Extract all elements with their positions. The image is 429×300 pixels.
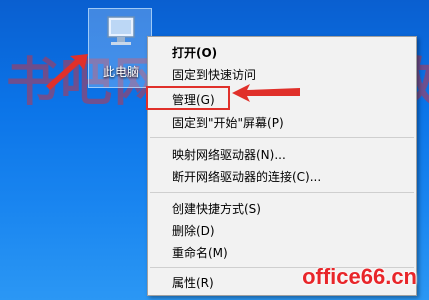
menu-item-delete[interactable]: 删除(D) (148, 221, 416, 241)
this-pc-label: 此电脑 (102, 65, 139, 79)
menu-item-disconnect-drive[interactable]: 断开网络驱动器的连接(C)... (148, 167, 416, 187)
red-arrow-icon (232, 84, 300, 102)
computer-icon (107, 16, 135, 45)
menu-item-pin-start[interactable]: 固定到"开始"屏幕(P) (148, 113, 416, 133)
menu-item-open[interactable]: 打开(O) (148, 43, 416, 63)
this-pc-desktop-icon[interactable]: 此电脑 (88, 8, 152, 88)
red-arrow-icon (46, 54, 88, 90)
highlight-box (146, 86, 230, 110)
menu-item-map-drive[interactable]: 映射网络驱动器(N)... (148, 145, 416, 165)
menu-separator (150, 137, 414, 138)
brand-watermark: office66.cn (302, 264, 417, 289)
menu-separator (150, 192, 414, 193)
context-menu: 打开(O) 固定到快速访问 管理(G) 固定到"开始"屏幕(P) 映射网络驱动器… (147, 36, 417, 296)
menu-item-rename[interactable]: 重命名(M) (148, 243, 416, 263)
menu-item-create-shortcut[interactable]: 创建快捷方式(S) (148, 199, 416, 219)
